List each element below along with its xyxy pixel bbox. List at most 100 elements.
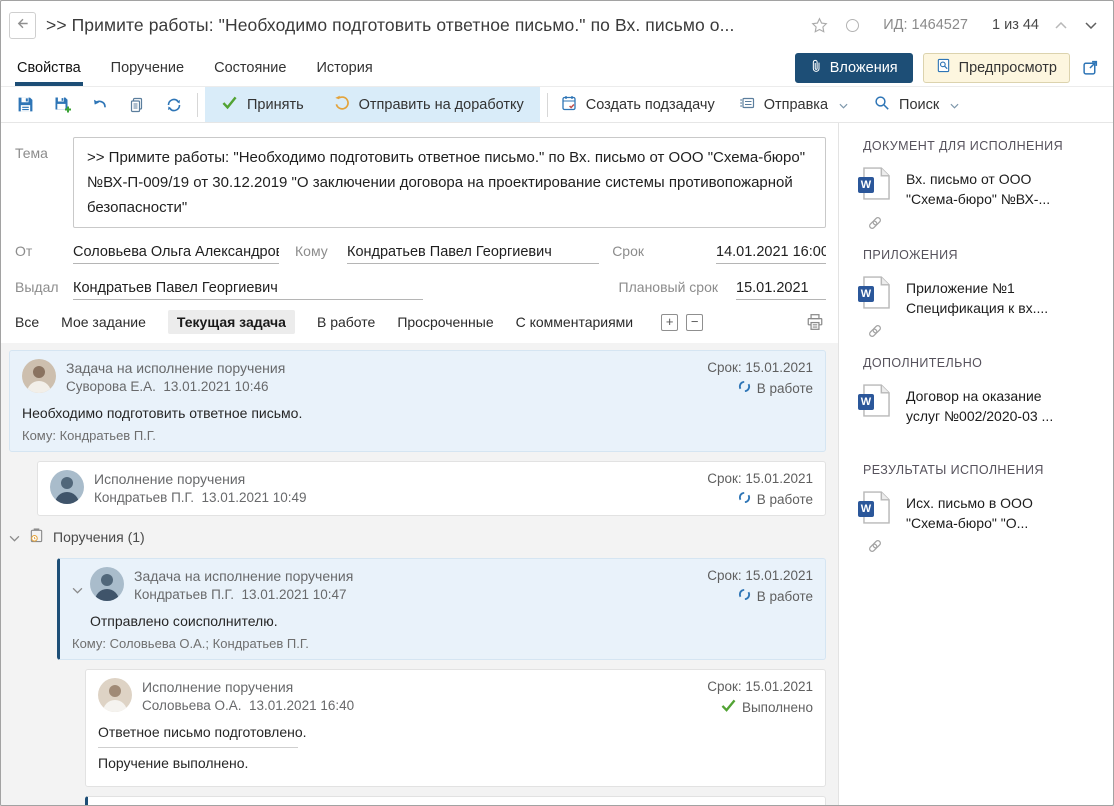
send-list-icon	[739, 95, 755, 115]
collapse-all-button[interactable]: −	[686, 314, 703, 331]
prev-item-chevron-up-icon[interactable]	[1053, 20, 1069, 31]
send-menu-button[interactable]: Отправка	[739, 95, 848, 115]
assignments-group-toggle[interactable]: Поручения (1)	[9, 525, 826, 549]
link-chain-icon[interactable]	[867, 538, 1103, 558]
avatar	[98, 678, 132, 712]
word-badge: W	[858, 501, 874, 517]
task-card-meta: Срок: 15.01.2021 В работе	[707, 470, 813, 507]
word-document-icon: W	[863, 276, 893, 314]
task-body-text: Необходимо подготовить ответное письмо.	[22, 405, 813, 421]
section-header: ДОКУМЕНТ ДЛЯ ИСПОЛНЕНИЯ	[863, 139, 1103, 153]
task-card-header: Задача на исполнение поручения Суворова …	[22, 359, 813, 396]
filter-all[interactable]: Все	[15, 310, 39, 334]
task-card-execution-done[interactable]: Исполнение поручения Соловьева О.А. 13.0…	[85, 669, 826, 787]
chevron-down-icon	[9, 529, 20, 545]
document-title: Вх. письмо от ООО "Схема-бюро" №ВХ-...	[906, 167, 1078, 210]
document-link[interactable]: W Приложение №1 Спецификация к вх....	[863, 276, 1103, 319]
done-check-icon	[721, 699, 736, 715]
link-chain-icon[interactable]	[867, 323, 1103, 343]
tab-assignment[interactable]: Поручение	[109, 49, 186, 86]
create-subtask-button[interactable]: Создать подзадачу	[561, 95, 715, 115]
undo-button[interactable]	[81, 90, 118, 120]
issued-field[interactable]: Кондратьев Павел Георгиевич	[73, 280, 423, 300]
tab-strip: Свойства Поручение Состояние История	[15, 49, 375, 86]
task-status: В работе	[707, 491, 813, 507]
filter-my-task[interactable]: Мое задание	[61, 310, 146, 334]
to-field[interactable]: Кондратьев Павел Георгиевич	[347, 244, 599, 264]
tab-history[interactable]: История	[314, 49, 374, 86]
filter-in-progress[interactable]: В работе	[317, 310, 375, 334]
task-result-text: Поручение выполнено.	[98, 755, 813, 771]
task-card-root[interactable]: Задача на исполнение поручения Суворова …	[9, 350, 826, 452]
filter-with-comments[interactable]: С комментариями	[516, 310, 634, 334]
issued-planned-row: Выдал Кондратьев Павел Георгиевич Планов…	[15, 279, 826, 300]
next-item-chevron-down-icon[interactable]	[1083, 20, 1099, 31]
tab-properties[interactable]: Свойства	[15, 49, 83, 86]
content-area: Тема >> Примите работы: "Необходимо подг…	[1, 123, 1113, 805]
task-card-execution[interactable]: Исполнение поручения Кондратьев П.Г. 13.…	[37, 461, 826, 516]
task-recipients: Кому: Кондратьев П.Г.	[22, 428, 813, 443]
task-card-titles: Исполнение поручения Соловьева О.А. 13.0…	[142, 678, 707, 713]
task-type: Задача на исполнение поручения	[66, 360, 707, 376]
task-card-header: Исполнение поручения Соловьева О.А. 13.0…	[98, 678, 813, 715]
accept-button[interactable]: Принять	[221, 95, 304, 114]
avatar	[50, 470, 84, 504]
task-recipients: Кому: Соловьева О.А.; Кондратьев П.Г.	[72, 636, 813, 651]
tabs-right-actions: Вложения Предпросмотр	[795, 53, 1101, 83]
in-progress-icon	[738, 380, 751, 396]
task-type: Исполнение поручения	[94, 471, 707, 487]
from-label: От	[15, 243, 73, 259]
task-status-label: В работе	[757, 381, 813, 396]
print-button[interactable]	[806, 313, 824, 331]
open-in-window-icon[interactable]	[1080, 57, 1101, 78]
attachments-sidebar: ДОКУМЕНТ ДЛЯ ИСПОЛНЕНИЯ W Вх. письмо от …	[838, 123, 1113, 805]
preview-button[interactable]: Предпросмотр	[923, 53, 1070, 83]
task-status: Выполнено	[707, 699, 813, 715]
copy-button[interactable]	[118, 90, 155, 120]
task-type: Исполнение поручения	[142, 679, 707, 695]
task-author: Соловьева О.А.	[142, 698, 242, 713]
tab-state[interactable]: Состояние	[212, 49, 288, 86]
task-status: В работе	[707, 380, 813, 396]
task-datetime: 13.01.2021 10:47	[241, 587, 346, 602]
expand-collapse-group: + −	[661, 314, 703, 331]
document-title: Приложение №1 Спецификация к вх....	[906, 276, 1078, 319]
task-deadline: Срок: 15.01.2021	[707, 471, 813, 486]
filter-current-task[interactable]: Текущая задача	[168, 310, 295, 334]
subject-input[interactable]: >> Примите работы: "Необходимо подготови…	[73, 137, 826, 228]
refresh-button[interactable]	[155, 90, 192, 120]
task-card-meta: Срок: 15.01.2021 В работе	[707, 359, 813, 396]
word-badge: W	[858, 177, 874, 193]
subtask-calendar-icon	[561, 95, 577, 115]
task-author: Кондратьев П.Г.	[134, 587, 234, 602]
attachments-button[interactable]: Вложения	[795, 53, 913, 83]
document-link[interactable]: W Договор на оказание услуг №002/2020-03…	[863, 384, 1103, 427]
back-button[interactable]	[9, 12, 36, 39]
task-body-text: Ответное письмо подготовлено.	[98, 724, 813, 740]
filter-overdue[interactable]: Просроченные	[397, 310, 493, 334]
planned-deadline-field[interactable]: 15.01.2021	[736, 280, 826, 300]
send-for-rework-button[interactable]: Отправить на доработку	[334, 95, 524, 115]
search-icon	[874, 95, 890, 115]
task-card-acceptance[interactable]: Приемка работ контролером Кондратьев П.Г…	[85, 796, 826, 805]
from-field[interactable]: Соловьева Ольга Александровна	[73, 244, 279, 264]
task-form: Тема >> Примите работы: "Необходимо подг…	[1, 123, 838, 300]
sidebar-section-document: ДОКУМЕНТ ДЛЯ ИСПОЛНЕНИЯ W Вх. письмо от …	[863, 139, 1103, 235]
save-button[interactable]	[7, 90, 44, 120]
document-title: Договор на оказание услуг №002/2020-03 .…	[906, 384, 1078, 427]
state-circle-icon[interactable]	[844, 17, 861, 34]
link-chain-icon[interactable]	[867, 215, 1103, 235]
expand-all-button[interactable]: +	[661, 314, 678, 331]
favorite-star-icon[interactable]	[809, 15, 830, 36]
back-arrow-icon	[15, 16, 30, 34]
save-and-new-button[interactable]	[44, 90, 81, 120]
document-link[interactable]: W Вх. письмо от ООО "Схема-бюро" №ВХ-...	[863, 167, 1103, 210]
task-card-meta: Срок: 15.01.2021 Выполнено	[707, 678, 813, 715]
document-id: ИД: 1464527	[883, 17, 968, 33]
collapse-chevron-icon[interactable]	[72, 567, 90, 599]
word-document-icon: W	[863, 167, 893, 205]
deadline-field[interactable]: 14.01.2021 16:00	[716, 244, 826, 264]
document-link[interactable]: W Исх. письмо в ООО "Схема-бюро" "О...	[863, 491, 1103, 534]
task-card-subtask[interactable]: Задача на исполнение поручения Кондратье…	[57, 558, 826, 660]
search-menu-button[interactable]: Поиск	[874, 95, 959, 115]
